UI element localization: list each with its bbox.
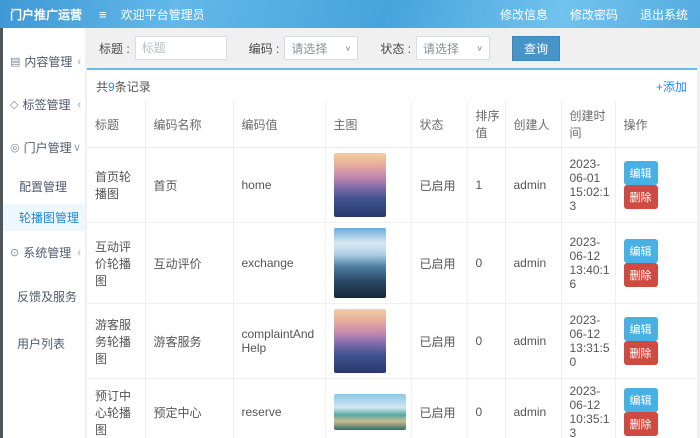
query-button[interactable]: 查询 [512, 36, 560, 61]
carousel-thumbnail [334, 228, 386, 298]
chevron-down-icon: ∨ [476, 44, 483, 53]
col-code-name: 编码名称 [145, 101, 233, 148]
sidebar-item-portal-management[interactable]: ◎ 门户管理 ∨ [3, 130, 85, 165]
table-row: 游客服务轮播图 游客服务 complaintAndHelp 已启用 0 admi… [87, 304, 697, 379]
delete-button[interactable]: 删除 [624, 185, 658, 209]
edit-info-link[interactable]: 修改信息 [500, 6, 548, 23]
col-status: 状态 [411, 101, 467, 148]
carousel-thumbnail [334, 309, 386, 373]
chevron-left-icon: ‹ [77, 56, 81, 68]
code-filter-label: 编码 : [249, 40, 280, 57]
col-main-image: 主图 [325, 101, 411, 148]
col-created-at: 创建时间 [561, 101, 615, 148]
content-icon: ▤ [10, 55, 20, 68]
chevron-down-icon: ∨ [73, 141, 81, 154]
delete-button[interactable]: 删除 [624, 341, 658, 365]
main-content: 标题 : 编码 : 请选择 ∨ 状态 : 请选择 ∨ 查询 共9条记录 +添加 [85, 28, 700, 438]
tag-icon: ◇ [10, 98, 18, 111]
brand-title: 门户推广运营 [0, 6, 85, 23]
welcome-text: 欢迎平台管理员 [121, 6, 205, 23]
portal-icon: ◎ [10, 141, 20, 154]
status-filter-select[interactable]: 请选择 ∨ [416, 36, 490, 60]
system-icon: ⊙ [10, 246, 19, 259]
edit-button[interactable]: 编辑 [624, 388, 658, 412]
status-badge: 已启用 [411, 379, 467, 438]
table-header-row: 标题 编码名称 编码值 主图 状态 排序值 创建人 创建时间 操作 [87, 101, 697, 148]
carousel-table: 标题 编码名称 编码值 主图 状态 排序值 创建人 创建时间 操作 [87, 101, 697, 438]
logout-link[interactable]: 退出系统 [640, 6, 688, 23]
col-code-value: 编码值 [233, 101, 325, 148]
sidebar-item-user-list[interactable]: 用户列表 [3, 325, 85, 362]
title-filter-input[interactable] [135, 36, 227, 60]
edit-button[interactable]: 编辑 [624, 317, 658, 341]
status-badge: 已启用 [411, 304, 467, 379]
edit-button[interactable]: 编辑 [624, 161, 658, 185]
delete-button[interactable]: 删除 [624, 412, 658, 436]
delete-button[interactable]: 删除 [624, 263, 658, 287]
content-card: 共9条记录 +添加 标题 编码名称 编码值 主图 状态 [87, 68, 697, 438]
records-count-text: 共9条记录 [96, 78, 151, 95]
table-row: 预订中心轮播图 预定中心 reserve 已启用 0 admin 2023-06… [87, 379, 697, 438]
status-badge: 已启用 [411, 148, 467, 223]
title-filter-label: 标题 : [99, 40, 130, 57]
sidebar-item-config-management[interactable]: 配置管理 [3, 173, 85, 200]
search-bar: 标题 : 编码 : 请选择 ∨ 状态 : 请选择 ∨ 查询 [85, 28, 700, 68]
admin-app: 门户推广运营 ≡ 欢迎平台管理员 修改信息 修改密码 退出系统 ▤ 内容管理 ‹… [0, 0, 700, 438]
edit-button[interactable]: 编辑 [624, 239, 658, 263]
sidebar-item-content-management[interactable]: ▤ 内容管理 ‹ [3, 44, 85, 79]
topbar-links: 修改信息 修改密码 退出系统 [500, 6, 700, 23]
sidebar-item-feedback-service[interactable]: 反馈及服务 [3, 278, 85, 315]
change-password-link[interactable]: 修改密码 [570, 6, 618, 23]
chevron-left-icon: ‹ [77, 99, 81, 111]
code-filter-select[interactable]: 请选择 ∨ [284, 36, 358, 60]
status-badge: 已启用 [411, 223, 467, 304]
table-row: 互动评价轮播图 互动评价 exchange 已启用 0 admin 2023-0… [87, 223, 697, 304]
sidebar: ▤ 内容管理 ‹ ◇ 标签管理 ‹ ◎ 门户管理 ∨ 配置管理 轮播图管理 ⊙ … [3, 28, 85, 438]
col-title: 标题 [87, 101, 145, 148]
carousel-thumbnail [334, 394, 406, 430]
table-row: 首页轮播图 首页 home 已启用 1 admin 2023-06-01 15:… [87, 148, 697, 223]
sidebar-item-tag-management[interactable]: ◇ 标签管理 ‹ [3, 87, 85, 122]
sidebar-item-carousel-management[interactable]: 轮播图管理 [3, 204, 85, 231]
records-count-number: 9 [108, 80, 115, 94]
topbar: 门户推广运营 ≡ 欢迎平台管理员 修改信息 修改密码 退出系统 [0, 0, 700, 28]
chevron-left-icon: ‹ [77, 247, 81, 259]
sidebar-item-system-management[interactable]: ⊙ 系统管理 ‹ [3, 235, 85, 270]
hamburger-icon[interactable]: ≡ [99, 7, 107, 22]
carousel-thumbnail [334, 153, 386, 217]
status-filter-label: 状态 : [380, 40, 411, 57]
col-actions: 操作 [615, 101, 697, 148]
plus-icon: + [656, 80, 663, 94]
col-sort: 排序值 [467, 101, 505, 148]
chevron-down-icon: ∨ [345, 44, 352, 53]
col-creator: 创建人 [505, 101, 561, 148]
add-button[interactable]: +添加 [656, 78, 687, 95]
records-header: 共9条记录 +添加 [87, 70, 697, 101]
